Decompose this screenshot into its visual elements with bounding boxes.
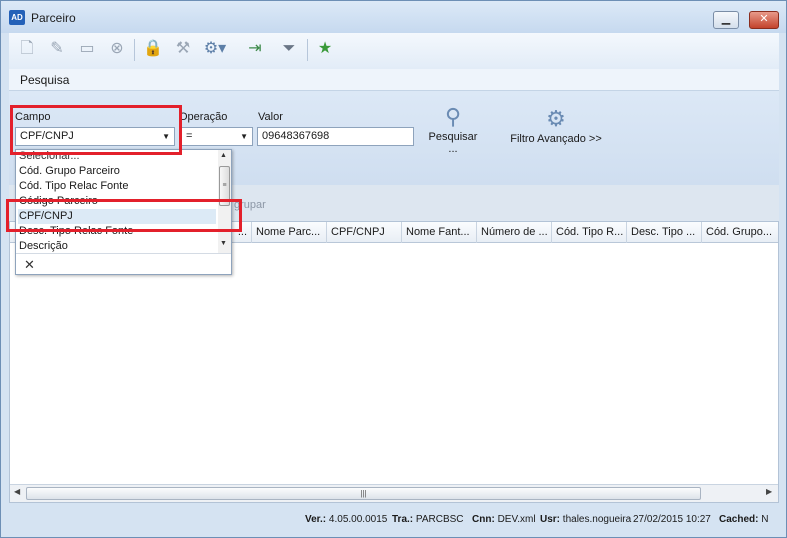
clear-selection-icon[interactable]: ✕	[24, 257, 35, 273]
list-icon[interactable]: ▭	[75, 37, 99, 61]
column-header[interactable]: Nome Fant...	[402, 222, 477, 243]
column-header[interactable]: Cód. Tipo R...	[552, 222, 627, 243]
column-header[interactable]: Cód. Grupo...	[702, 222, 778, 243]
valor-input[interactable]: 09648367698	[257, 127, 414, 146]
toolbar-separator	[134, 39, 135, 61]
chevron-down-icon: ▼	[240, 132, 248, 141]
dropdown-footer: ✕	[16, 253, 231, 274]
search-section-header: Pesquisa	[9, 69, 779, 91]
pesquisar-button[interactable]: ⚲ Pesquisar ...	[425, 104, 481, 156]
list-item[interactable]: Cód. Tipo Relac Fonte	[18, 179, 216, 194]
scroll-up-icon[interactable]: ▲	[220, 152, 227, 159]
operacao-select[interactable]: = ▼	[181, 127, 253, 146]
gears-icon: ⚙	[546, 106, 566, 131]
app-logo-icon: AD	[9, 10, 25, 25]
window-title: Parceiro	[31, 11, 76, 25]
scroll-right-icon[interactable]: ▶	[766, 487, 772, 496]
highlight-cpf-item-box	[6, 199, 242, 232]
datetime-status: 27/02/2015 10:27	[633, 514, 711, 525]
scroll-left-icon[interactable]: ◀	[14, 487, 20, 496]
pesquisar-label: Pesquisar ...	[428, 131, 478, 155]
operacao-label: Operação	[179, 111, 228, 123]
column-header[interactable]: Número de ...	[477, 222, 552, 243]
lock-icon[interactable]: 🔒	[141, 37, 165, 61]
search-section-title: Pesquisa	[20, 73, 70, 87]
version-status: Ver.: 4.05.00.0015	[305, 514, 388, 525]
operacao-select-value: =	[186, 130, 193, 142]
title-bar: AD Parceiro ▁ ✕	[1, 1, 786, 33]
delete-icon[interactable]: ⊗	[105, 37, 129, 61]
minimize-button[interactable]: ▁	[713, 11, 739, 29]
user-status: Usr: thales.nogueira	[540, 514, 632, 525]
filter-icon[interactable]: ⏷	[277, 37, 301, 61]
column-header[interactable]: CPF/CNPJ	[327, 222, 402, 243]
main-toolbar: 🗋 ✎ ▭ ⊗ 🔒 ⚒ ⚙▾ ⇥ ⏷ ★	[9, 33, 779, 69]
new-icon[interactable]: 🗋	[15, 37, 39, 61]
tools-icon[interactable]: ⚒	[171, 37, 195, 61]
column-header[interactable]: Nome Parc...	[252, 222, 327, 243]
scroll-thumb[interactable]: |||	[26, 487, 701, 500]
valor-label: Valor	[258, 111, 283, 123]
close-button[interactable]: ✕	[749, 11, 779, 29]
parceiro-window: AD Parceiro ▁ ✕ 🗋 ✎ ▭ ⊗ 🔒 ⚒ ⚙▾ ⇥ ⏷ ★ Pes…	[0, 0, 787, 538]
export-icon[interactable]: ⇥	[243, 37, 267, 61]
edit-icon[interactable]: ✎	[45, 37, 69, 61]
filtro-avancado-label: Filtro Avançado >>	[510, 133, 602, 145]
settings-dropdown-icon[interactable]: ⚙▾	[203, 37, 227, 61]
magnifier-icon: ⚲	[444, 104, 462, 129]
status-bar: Ver.: 4.05.00.0015 Tra.: PARCBSC Cnn: DE…	[9, 505, 779, 531]
list-item[interactable]: Cód. Grupo Parceiro	[18, 164, 216, 179]
highlight-campo-box	[10, 105, 182, 155]
connection-status: Cnn: DEV.xml	[472, 514, 536, 525]
cached-status: Cached: N	[719, 514, 769, 525]
scroll-down-icon[interactable]: ▼	[220, 240, 227, 247]
horizontal-scrollbar[interactable]: ◀ ||| ▶	[10, 484, 778, 502]
filtro-avancado-button[interactable]: ⚙ Filtro Avançado >>	[501, 106, 611, 146]
column-header[interactable]: Desc. Tipo ...	[627, 222, 702, 243]
toolbar-separator	[307, 39, 308, 61]
favorite-icon[interactable]: ★	[313, 37, 337, 61]
list-item[interactable]: Descrição	[18, 239, 216, 254]
transaction-status: Tra.: PARCBSC	[392, 514, 464, 525]
